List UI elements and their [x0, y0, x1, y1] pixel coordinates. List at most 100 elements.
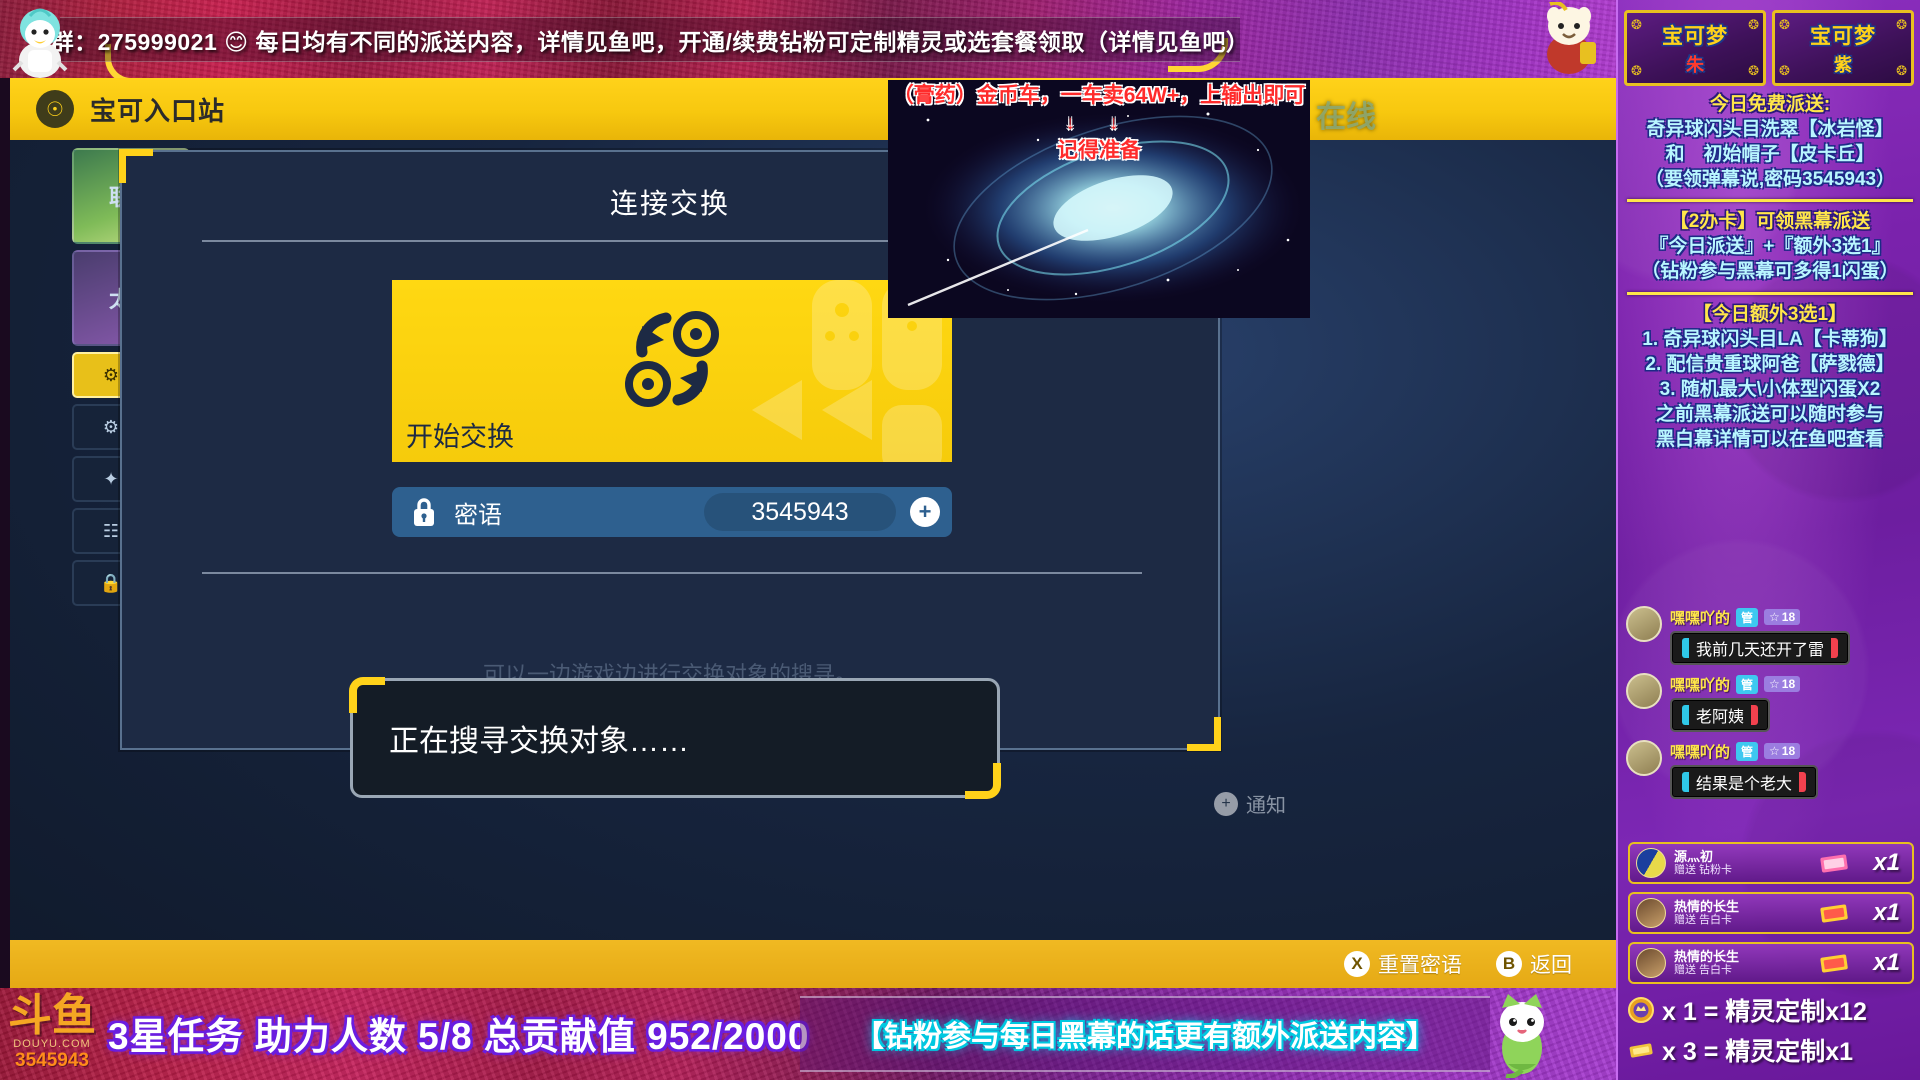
avatar[interactable]: [1636, 948, 1666, 978]
ann-b1-l1: 今日免费派送:: [1709, 94, 1831, 115]
joycon-right-icon: [1751, 705, 1759, 725]
joycon-left-icon: [1682, 638, 1689, 658]
level-badge: ☆ 18: [1764, 676, 1801, 692]
top-announcement-banner: 群：275999021 😊 每日均有不同的派送内容，详情见鱼吧，开通/续费钻粉可…: [0, 0, 1616, 78]
gift-count: x1: [1873, 849, 1900, 876]
gift-list: 源灬初 赠送 钻粉卡 x1 热情的长生 赠送 告白卡 x1 热情的长生 赠送 告…: [1628, 842, 1914, 992]
card-ornament-br: ❂: [1748, 63, 1759, 78]
chat-bubble: 结果是个老大: [1670, 765, 1819, 799]
chat-bubble: 老阿姨: [1670, 698, 1771, 732]
banner-text: 群：275999021 😊 每日均有不同的派送内容，详情见鱼吧，开通/续费钻粉可…: [50, 28, 1250, 55]
avatar[interactable]: [1626, 673, 1662, 709]
confession-card-icon: [1820, 954, 1848, 973]
duck-mascot-icon: [12, 8, 68, 78]
pip-line-1: （膏药）金币车，一车卖64W+，上输出即可: [892, 84, 1306, 107]
chat-username[interactable]: 嘿嘿吖的: [1670, 674, 1730, 695]
level-badge-value: 18: [1781, 677, 1796, 691]
reset-password-label: 重置密语: [1378, 954, 1462, 977]
lock-icon: [414, 498, 434, 526]
password-value[interactable]: 3545943: [704, 493, 896, 531]
gift-username: 源灬初: [1674, 848, 1714, 864]
sidebar-divider-2: [1627, 291, 1913, 295]
promo-box: 【钻粉参与每日黑幕的话更有额外派送内容】: [800, 996, 1490, 1072]
ann-b3-l5: 之前黑幕派送可以随时参与: [1655, 403, 1884, 425]
gold-bar-icon: [1629, 1043, 1653, 1058]
sprigatito-icon: [1500, 994, 1544, 1078]
globe-icon: ☉: [36, 90, 74, 128]
card-ornament-tl: ❂: [1631, 17, 1642, 32]
game-card-violet[interactable]: ❂ ❂ ❂ ❂ 宝可梦 紫: [1772, 10, 1914, 86]
modal-corner-top-left: [119, 149, 153, 183]
rate-row: x 3 = 精灵定制x1: [1628, 1032, 1918, 1068]
avatar[interactable]: [1626, 740, 1662, 776]
modal-corner-bottom-right: [1187, 717, 1221, 751]
admin-badge: 管: [1736, 674, 1759, 694]
rate-text: x 1 = 精灵定制x12: [1662, 998, 1867, 1026]
joycon-right-icon: [1831, 638, 1839, 658]
chat-username[interactable]: 嘿嘿吖的: [1670, 741, 1730, 762]
chat-text: 老阿姨: [1696, 709, 1745, 726]
joycon-right-icon: [1799, 772, 1807, 792]
sidebar-announcements: 今日免费派送: 奇异球闪头目洗翠【冰岩怪】 和 初始帽子【皮卡丘】 （要领弹幕说…: [1618, 92, 1920, 452]
avatar[interactable]: [1636, 898, 1666, 928]
dialog-corner-bottom-right: [965, 763, 1001, 799]
room-number: 3545943: [15, 1050, 89, 1071]
card2-ornament-tl: ❂: [1779, 17, 1790, 32]
banner-text-strip: 群：275999021 😊 每日均有不同的派送内容，详情见鱼吧，开通/续费钻粉可…: [51, 17, 1249, 62]
gift-rate-list: x 1 = 精灵定制x12 x 3 = 精灵定制x1: [1628, 992, 1918, 1072]
mission-progress-text: 3星任务 助力人数 5/8 总贡献值 952/2000: [108, 1016, 810, 1057]
start-trade-button[interactable]: 开始交换: [392, 280, 952, 462]
bottom-info-strip: 斗鱼 DOUYU.COM 3545943 3星任务 助力人数 5/8 总贡献值 …: [0, 988, 1616, 1080]
sidebar-divider-1: [1627, 199, 1913, 203]
douyu-logo: 斗鱼 DOUYU.COM 3545943: [8, 994, 96, 1072]
rate-row: x 1 = 精灵定制x12: [1628, 992, 1918, 1028]
ann-b3-l1: 【今日额外3选1】: [1692, 303, 1848, 325]
level-badge: ☆ 18: [1764, 609, 1801, 625]
gift-action: 赠送 告白卡: [1674, 914, 1733, 927]
back-button[interactable]: B 返回: [1496, 949, 1572, 979]
level-badge: ☆ 18: [1764, 743, 1801, 759]
game-card-violet-subtitle: 紫: [1834, 54, 1852, 75]
pip-arrows: ↓ ↓: [1065, 112, 1133, 135]
chat-text: 结果是个老大: [1696, 776, 1793, 793]
ann-b3-l3: 2. 配信贵重球阿爸【萨戮德】: [1645, 353, 1895, 375]
joycon-left-icon: [1682, 772, 1689, 792]
password-label: 密语: [454, 501, 502, 529]
chat-list[interactable]: 嘿嘿吖的 管 ☆ 18 我前几天还开了雷 嘿嘿吖的 管 ☆ 18 老阿姨 嘿嘿吖…: [1626, 606, 1916, 807]
game-card-scarlet[interactable]: ❂ ❂ ❂ ❂ 宝可梦 朱: [1624, 10, 1766, 86]
card2-ornament-bl: ❂: [1779, 63, 1790, 78]
password-row[interactable]: 密语 3545943 +: [392, 487, 952, 537]
back-label: 返回: [1530, 954, 1572, 977]
right-sidebar: ❂ ❂ ❂ ❂ 宝可梦 朱 ❂ ❂ ❂ ❂ 宝可梦 紫 今日免费派送: 奇异球闪…: [1616, 0, 1920, 1080]
online-label: 在线: [1316, 101, 1376, 134]
reset-password-button[interactable]: X 重置密语: [1344, 949, 1462, 979]
card2-ornament-br: ❂: [1896, 63, 1907, 78]
game-card-scarlet-title: 宝可梦: [1662, 24, 1728, 48]
ann-b3-l4: 3. 随机最大\小体型闪蛋X2: [1659, 378, 1881, 400]
notify-indicator: + 通知: [1214, 789, 1286, 818]
start-trade-label: 开始交换: [406, 422, 514, 452]
chat-header: 嘿嘿吖的 管 ☆ 18: [1670, 740, 1916, 762]
plus-circle-icon: +: [1214, 791, 1238, 816]
promo-text: 【钻粉参与每日黑幕的话更有额外派送内容】: [854, 1021, 1435, 1053]
gift-text: 热情的长生 赠送 告白卡: [1674, 949, 1739, 976]
chat-username[interactable]: 嘿嘿吖的: [1670, 607, 1730, 628]
game-card-scarlet-subtitle: 朱: [1686, 54, 1704, 75]
crown-gift-icon: [1628, 997, 1654, 1023]
password-add-button[interactable]: +: [910, 497, 940, 527]
avatar[interactable]: [1626, 606, 1662, 642]
chat-message: 嘿嘿吖的 管 ☆ 18 老阿姨: [1626, 673, 1916, 732]
gift-item: 热情的长生 赠送 告白卡 x1: [1628, 942, 1914, 984]
rate-text: x 3 = 精灵定制x1: [1662, 1038, 1854, 1066]
ann-b2-l1: 【2办卡】可领黑幕派送: [1669, 211, 1871, 233]
pip-overlay-text: （膏药）金币车，一车卖64W+，上输出即可 ↓ ↓ 记得准备: [888, 82, 1310, 166]
confession-card-icon: [1820, 904, 1848, 923]
avatar[interactable]: [1636, 848, 1666, 878]
ann-b3-l2: 1. 奇异球闪头目LA【卡蒂狗】: [1642, 328, 1898, 350]
gift-action: 赠送 钻粉卡: [1674, 864, 1733, 877]
button-key-b: B: [1496, 951, 1522, 977]
screen-root: 群：275999021 😊 每日均有不同的派送内容，详情见鱼吧，开通/续费钻粉可…: [0, 0, 1920, 1080]
gift-username: 热情的长生: [1674, 898, 1740, 914]
gift-item: 源灬初 赠送 钻粉卡 x1: [1628, 842, 1914, 884]
searching-text: 正在搜寻交换对象……: [389, 725, 689, 758]
